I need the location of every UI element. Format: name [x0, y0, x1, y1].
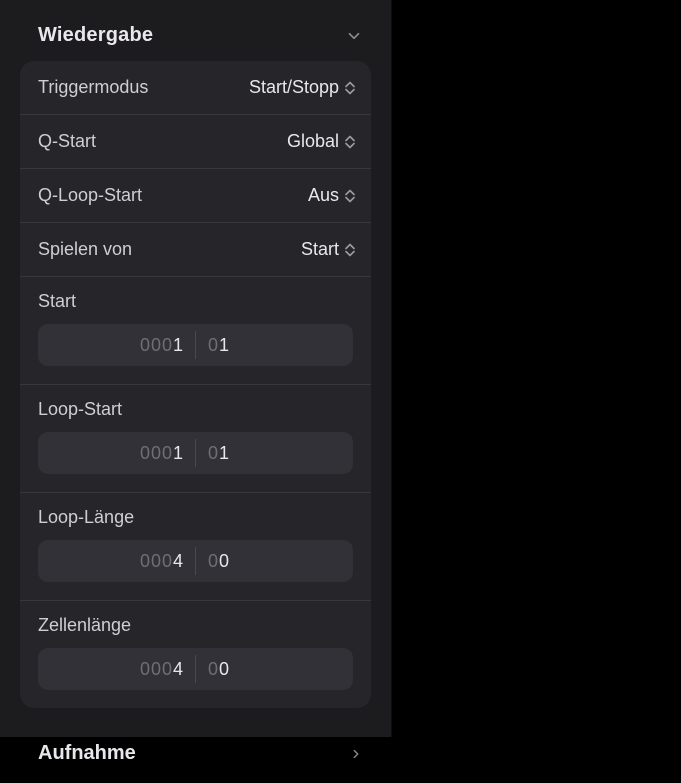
- field-zellen-bars[interactable]: 0004: [38, 648, 195, 690]
- value: 1: [173, 443, 183, 464]
- pad: 0: [208, 335, 219, 356]
- popup-value: Start/Stopp: [249, 77, 339, 98]
- field-looplaenge[interactable]: 0004 00: [38, 540, 353, 582]
- row-qloopstart: Q-Loop-Start Aus: [20, 169, 371, 223]
- field-zellen[interactable]: 0004 00: [38, 648, 353, 690]
- value: 0: [219, 659, 229, 680]
- row-qstart: Q-Start Global: [20, 115, 371, 169]
- label-qstart: Q-Start: [38, 131, 96, 152]
- block-start: Start 0001 01: [20, 277, 371, 385]
- block-looplaenge: Loop-Länge 0004 00: [20, 493, 371, 601]
- label-qloopstart: Q-Loop-Start: [38, 185, 142, 206]
- value: 1: [219, 335, 229, 356]
- label-loopstart: Loop-Start: [38, 399, 353, 420]
- value: 0: [219, 551, 229, 572]
- chevron-right-icon: [349, 746, 363, 762]
- label-start: Start: [38, 291, 353, 312]
- field-start[interactable]: 0001 01: [38, 324, 353, 366]
- popup-triggermodus[interactable]: Start/Stopp: [249, 77, 355, 98]
- field-looplaenge-bars[interactable]: 0004: [38, 540, 195, 582]
- label-zellen: Zellenlänge: [38, 615, 353, 636]
- field-zellen-beats[interactable]: 00: [196, 648, 353, 690]
- updown-icon: [345, 81, 355, 95]
- pad: 000: [140, 443, 173, 464]
- value: 1: [219, 443, 229, 464]
- pad: 000: [140, 551, 173, 572]
- block-zellen: Zellenlänge 0004 00: [20, 601, 371, 708]
- value: 4: [173, 551, 183, 572]
- pad: 000: [140, 659, 173, 680]
- value: 4: [173, 659, 183, 680]
- popup-value: Global: [287, 131, 339, 152]
- pad: 000: [140, 335, 173, 356]
- popup-value: Start: [301, 239, 339, 260]
- section-nav-aufnahme[interactable]: Aufnahme: [0, 724, 391, 783]
- updown-icon: [345, 189, 355, 203]
- label-looplaenge: Loop-Länge: [38, 507, 353, 528]
- popup-spielenvon[interactable]: Start: [301, 239, 355, 260]
- pad: 0: [208, 551, 219, 572]
- pad: 0: [208, 659, 219, 680]
- block-loopstart: Loop-Start 0001 01: [20, 385, 371, 493]
- updown-icon: [345, 135, 355, 149]
- chevron-down-icon: [345, 27, 363, 45]
- popup-qloopstart[interactable]: Aus: [308, 185, 355, 206]
- value: 1: [173, 335, 183, 356]
- field-loopstart[interactable]: 0001 01: [38, 432, 353, 474]
- popup-qstart[interactable]: Global: [287, 131, 355, 152]
- field-start-bars[interactable]: 0001: [38, 324, 195, 366]
- updown-icon: [345, 243, 355, 257]
- section-header-wiedergabe[interactable]: Wiedergabe: [0, 0, 391, 61]
- wiedergabe-card: Triggermodus Start/Stopp Q-Start Global …: [20, 61, 371, 708]
- field-start-beats[interactable]: 01: [196, 324, 353, 366]
- field-loopstart-beats[interactable]: 01: [196, 432, 353, 474]
- section-title: Wiedergabe: [38, 24, 153, 47]
- label-spielenvon: Spielen von: [38, 239, 132, 260]
- pad: 0: [208, 443, 219, 464]
- section-title: Aufnahme: [38, 742, 136, 765]
- label-triggermodus: Triggermodus: [38, 77, 148, 98]
- popup-value: Aus: [308, 185, 339, 206]
- row-triggermodus: Triggermodus Start/Stopp: [20, 61, 371, 115]
- row-spielenvon: Spielen von Start: [20, 223, 371, 277]
- field-looplaenge-beats[interactable]: 00: [196, 540, 353, 582]
- field-loopstart-bars[interactable]: 0001: [38, 432, 195, 474]
